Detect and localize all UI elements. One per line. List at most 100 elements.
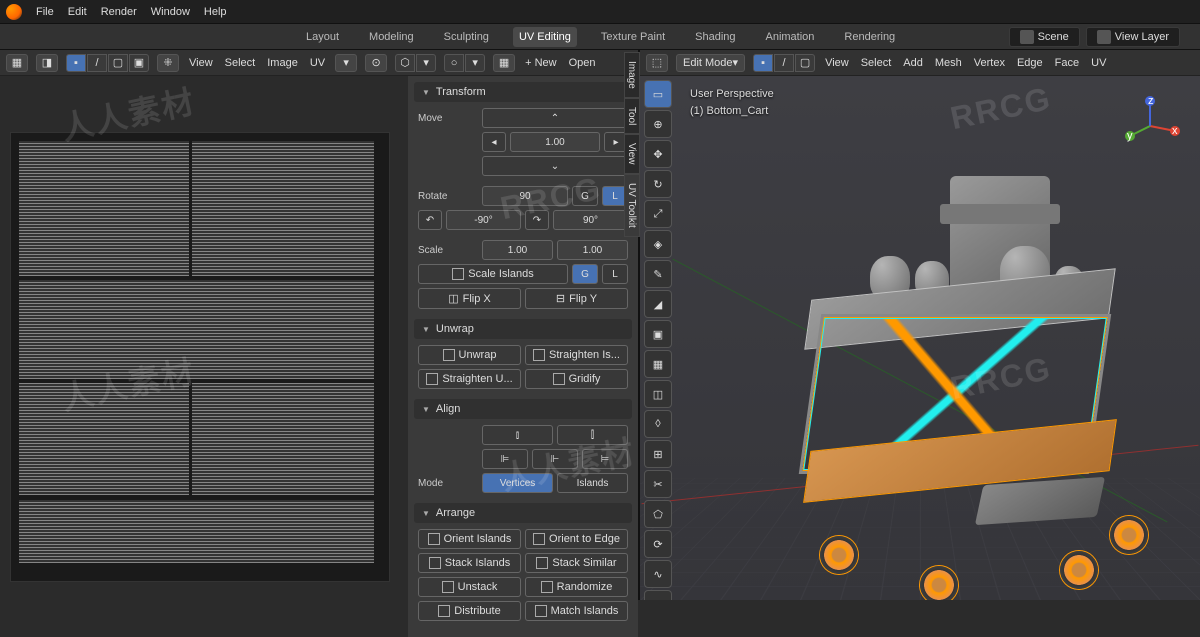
rotate-neg90[interactable]: -90° (446, 210, 521, 230)
scene-field[interactable]: Scene (1009, 27, 1080, 47)
section-unwrap[interactable]: Unwrap (414, 319, 632, 339)
section-arrange[interactable]: Arrange (414, 503, 632, 523)
move-left-icon[interactable]: ◂ (482, 132, 506, 152)
editor-type-icon[interactable]: ▦ (6, 54, 28, 72)
bevel-tool-icon[interactable]: ◊ (644, 410, 672, 438)
spin-tool-icon[interactable]: ⟳ (644, 530, 672, 558)
face-mode-icon[interactable]: ▢ (795, 54, 815, 72)
slide-tool-icon[interactable]: ⇄ (644, 590, 672, 600)
vertex-select-icon[interactable]: ▪ (66, 54, 86, 72)
flip-y-button[interactable]: ⊟Flip Y (525, 288, 628, 309)
sticky-icon[interactable]: ⁜ (157, 54, 179, 72)
island-select-icon[interactable]: ▣ (129, 54, 149, 72)
menu-edit[interactable]: Edit (68, 6, 87, 18)
tab-modeling[interactable]: Modeling (363, 27, 420, 47)
loopcut-tool-icon[interactable]: ⊞ (644, 440, 672, 468)
move-value[interactable]: 1.00 (510, 132, 600, 152)
unstack-button[interactable]: Unstack (418, 577, 521, 597)
add-cube-icon[interactable]: ▣ (644, 320, 672, 348)
tab-uv-toolkit[interactable]: UV Toolkit (624, 174, 640, 237)
edge-mode-icon[interactable]: / (774, 54, 794, 72)
vp-menu-mesh[interactable]: Mesh (933, 57, 964, 69)
rotate-pos90[interactable]: 90° (553, 210, 628, 230)
vertex-mode-icon[interactable]: ▪ (753, 54, 773, 72)
open-button[interactable]: Open (567, 57, 598, 69)
tab-rendering[interactable]: Rendering (838, 27, 901, 47)
mode-vertices[interactable]: Vertices (482, 473, 553, 493)
distribute-button[interactable]: Distribute (418, 601, 521, 621)
uv-menu-select[interactable]: Select (223, 57, 258, 69)
transform-tool-icon[interactable]: ◈ (644, 230, 672, 258)
rotate-cw-icon[interactable]: ↷ (525, 210, 549, 230)
align-r-icon[interactable]: ⊨ (582, 449, 628, 469)
vp-menu-select[interactable]: Select (859, 57, 894, 69)
move-tool-icon[interactable]: ✥ (644, 140, 672, 168)
rotate-tool-icon[interactable]: ↻ (644, 170, 672, 198)
mode-dropdown[interactable]: Edit Mode ▾ (676, 54, 745, 72)
annotate-tool-icon[interactable]: ✎ (644, 260, 672, 288)
randomize-button[interactable]: Randomize (525, 577, 628, 597)
tab-uv-editing[interactable]: UV Editing (513, 27, 577, 47)
uv-menu-view[interactable]: View (187, 57, 215, 69)
scale-islands-button[interactable]: Scale Islands (418, 264, 568, 284)
align-t-icon[interactable]: ⫾ (482, 425, 553, 445)
unwrap-button[interactable]: Unwrap (418, 345, 521, 365)
extrude-tool-icon[interactable]: ▦ (644, 350, 672, 378)
align-c-icon[interactable]: ⊩ (532, 449, 578, 469)
mode-islands[interactable]: Islands (557, 473, 628, 493)
flip-x-button[interactable]: ◫Flip X (418, 288, 521, 309)
uv-menu-image[interactable]: Image (265, 57, 300, 69)
scale-g[interactable]: G (572, 264, 598, 284)
scale-tool-icon[interactable]: ⤢ (644, 200, 672, 228)
menu-render[interactable]: Render (101, 6, 137, 18)
tab-sculpting[interactable]: Sculpting (438, 27, 495, 47)
uv-menu-uv[interactable]: UV (308, 57, 327, 69)
snap-type-icon[interactable]: ▾ (416, 54, 436, 72)
align-l-icon[interactable]: ⊫ (482, 449, 528, 469)
stack-similar-button[interactable]: Stack Similar (525, 553, 628, 573)
move-down-icon[interactable]: ⌄ (482, 156, 628, 176)
move-up-icon[interactable]: ⌃ (482, 108, 628, 128)
menu-help[interactable]: Help (204, 6, 227, 18)
tab-view[interactable]: View (624, 134, 640, 174)
match-islands-button[interactable]: Match Islands (525, 601, 628, 621)
tab-animation[interactable]: Animation (760, 27, 821, 47)
tab-tool[interactable]: Tool (624, 98, 640, 134)
orient-islands-button[interactable]: Orient Islands (418, 529, 521, 549)
new-button[interactable]: + New (523, 57, 559, 69)
section-align[interactable]: Align (414, 399, 632, 419)
falloff-icon[interactable]: ▾ (465, 54, 485, 72)
align-b-icon[interactable]: ⫿ (557, 425, 628, 445)
editor-type-3d-icon[interactable]: ⬚ (646, 54, 668, 72)
rotate-value[interactable]: 90 (482, 186, 568, 206)
cursor-tool-icon[interactable]: ⊕ (644, 110, 672, 138)
rotate-g[interactable]: G (572, 186, 598, 206)
tab-shading[interactable]: Shading (689, 27, 741, 47)
face-select-icon[interactable]: ▢ (108, 54, 128, 72)
measure-tool-icon[interactable]: ◢ (644, 290, 672, 318)
stack-islands-button[interactable]: Stack Islands (418, 553, 521, 573)
rotate-ccw-icon[interactable]: ↶ (418, 210, 442, 230)
uv-mode-icon[interactable]: ◨ (36, 54, 58, 72)
menu-file[interactable]: File (36, 6, 54, 18)
image-link-icon[interactable]: ▦ (493, 54, 515, 72)
vp-menu-vertex[interactable]: Vertex (972, 57, 1007, 69)
tab-image[interactable]: Image (624, 52, 640, 98)
straighten-uv-button[interactable]: Straighten U... (418, 369, 521, 389)
menu-window[interactable]: Window (151, 6, 190, 18)
smooth-tool-icon[interactable]: ∿ (644, 560, 672, 588)
viewlayer-field[interactable]: View Layer (1086, 27, 1180, 47)
gridify-button[interactable]: Gridify (525, 369, 628, 389)
straighten-islands-button[interactable]: Straighten Is... (525, 345, 628, 365)
section-transform[interactable]: Transform (414, 82, 632, 102)
vp-menu-face[interactable]: Face (1053, 57, 1081, 69)
uv-canvas[interactable] (0, 76, 408, 637)
select-tool-icon[interactable]: ▭ (644, 80, 672, 108)
tab-texture-paint[interactable]: Texture Paint (595, 27, 671, 47)
pivot-icon[interactable]: ⊙ (365, 54, 387, 72)
knife-tool-icon[interactable]: ✂ (644, 470, 672, 498)
inset-tool-icon[interactable]: ◫ (644, 380, 672, 408)
scale-l[interactable]: L (602, 264, 628, 284)
poly-tool-icon[interactable]: ⬠ (644, 500, 672, 528)
tab-layout[interactable]: Layout (300, 27, 345, 47)
